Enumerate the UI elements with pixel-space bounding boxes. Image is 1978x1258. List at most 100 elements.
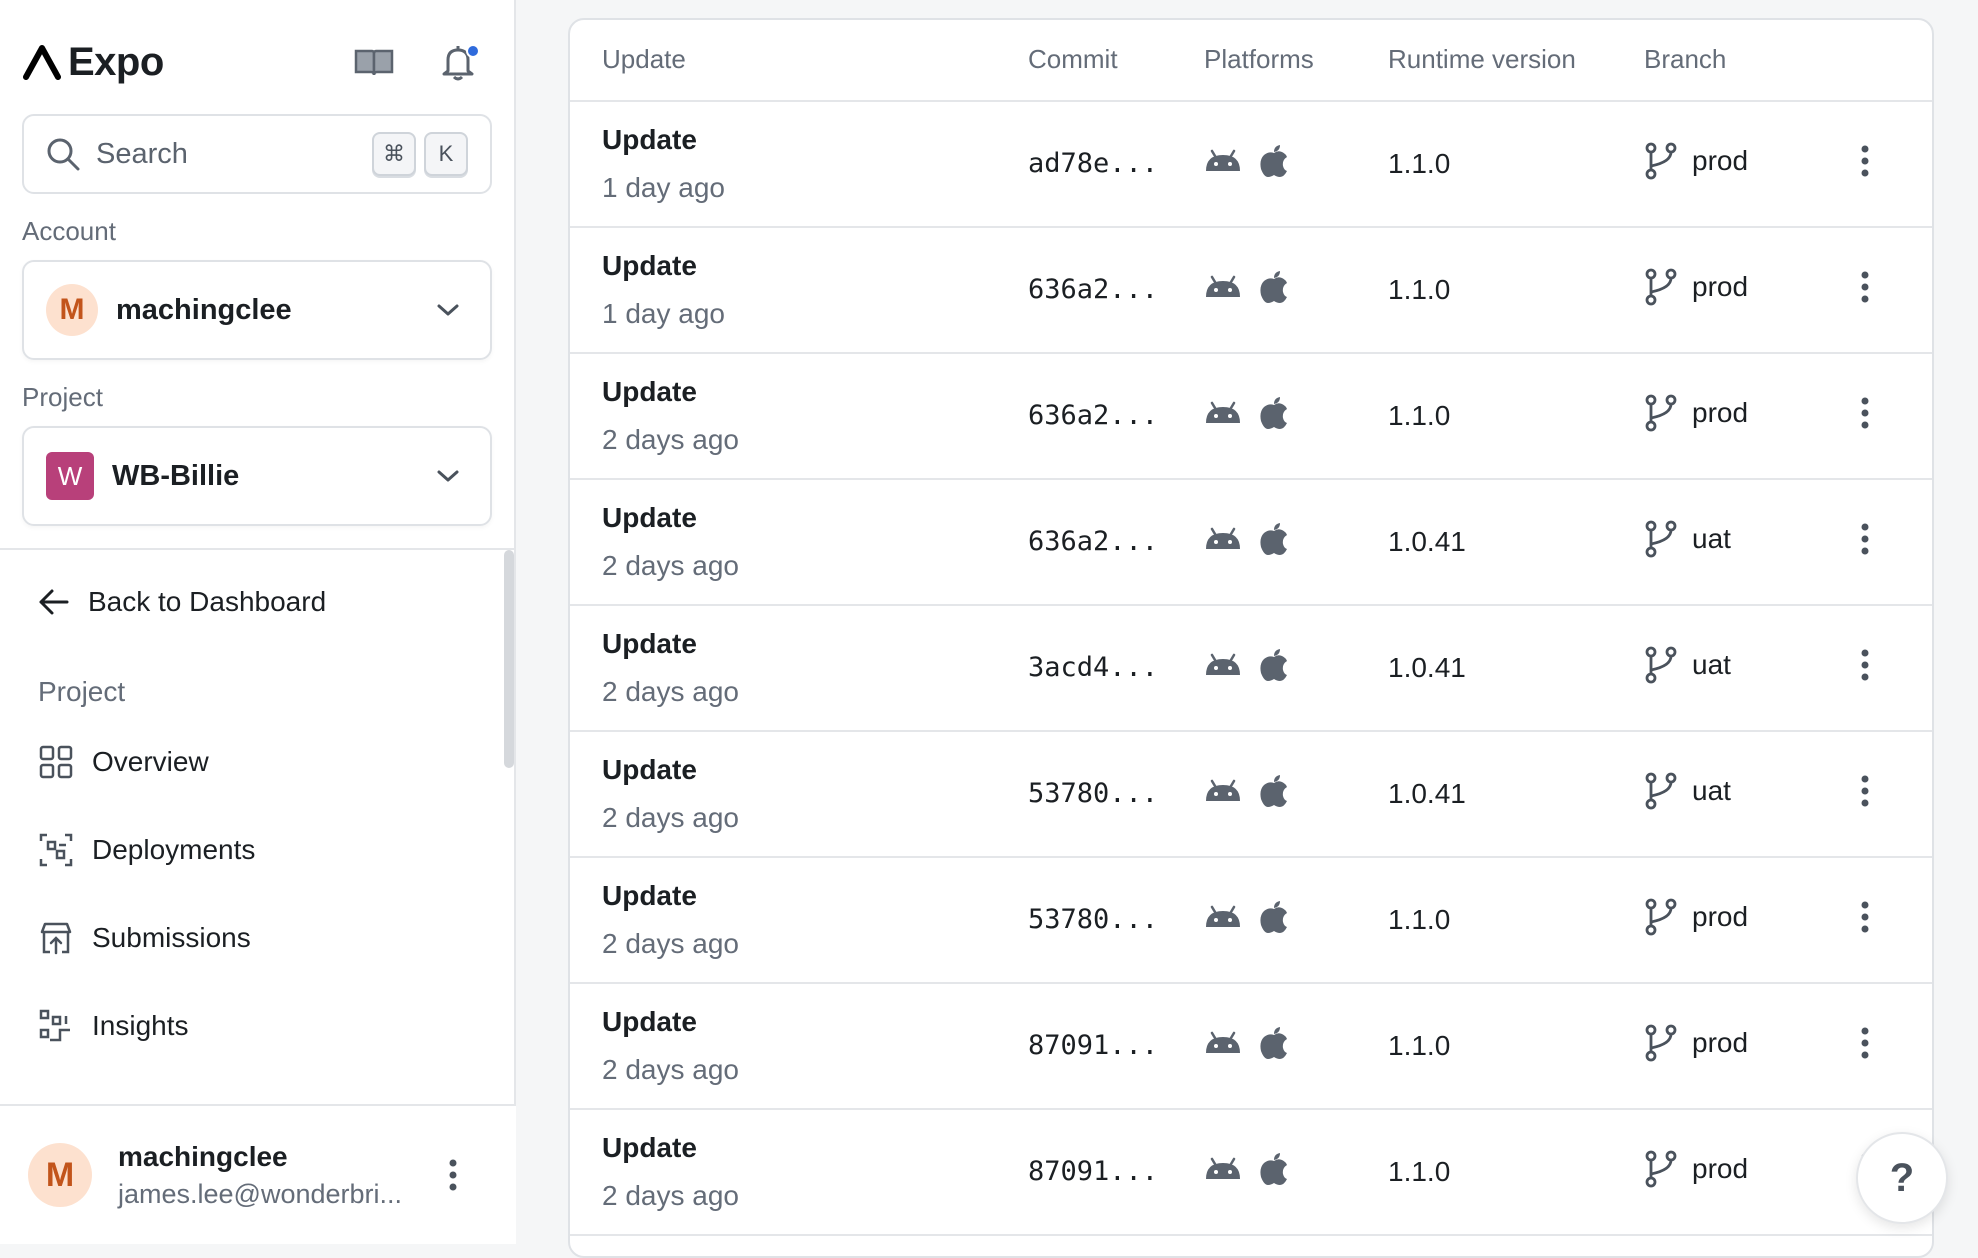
branch[interactable]: prod bbox=[1644, 1150, 1748, 1188]
table-body: Update 1 day ago ad78e... 1.1.0 prod Upd… bbox=[570, 102, 1932, 1236]
branch-icon bbox=[1645, 772, 1677, 810]
chevron-down-icon bbox=[437, 470, 459, 482]
update-title[interactable]: Update bbox=[602, 1132, 697, 1164]
branch-icon bbox=[1645, 394, 1677, 432]
apple-icon bbox=[1260, 1027, 1287, 1059]
commit-hash[interactable]: 636a2... bbox=[1028, 526, 1158, 557]
apple-icon bbox=[1260, 901, 1287, 933]
project-select[interactable]: W WB-Billie bbox=[22, 426, 492, 526]
commit-hash[interactable]: 87091... bbox=[1028, 1156, 1158, 1187]
branch-name: prod bbox=[1692, 397, 1749, 428]
back-label: Back to Dashboard bbox=[88, 586, 327, 617]
col-header-branch: Branch bbox=[1644, 44, 1727, 74]
branch[interactable]: uat bbox=[1644, 772, 1731, 810]
update-time: 2 days ago bbox=[602, 1054, 739, 1085]
update-title[interactable]: Update bbox=[602, 376, 697, 408]
chevron-down-icon bbox=[437, 304, 459, 316]
more-vertical-icon[interactable] bbox=[1860, 396, 1870, 430]
platforms bbox=[1204, 522, 1288, 556]
table-row[interactable]: Update 1 day ago ad78e... 1.1.0 prod bbox=[570, 102, 1932, 228]
sidebar: Expo Search ⌘ K Account M machingclee Pr… bbox=[0, 0, 516, 1244]
platforms bbox=[1204, 900, 1288, 934]
account-avatar: M bbox=[46, 284, 98, 336]
store-upload-icon bbox=[40, 922, 72, 955]
branch-name: prod bbox=[1692, 1027, 1749, 1058]
more-vertical-icon[interactable] bbox=[1860, 648, 1870, 682]
update-title[interactable]: Update bbox=[602, 880, 697, 912]
more-vertical-icon[interactable] bbox=[1860, 270, 1870, 304]
commit-hash[interactable]: 3acd4... bbox=[1028, 652, 1158, 683]
table-row[interactable]: Update 1 day ago 636a2... 1.1.0 prod bbox=[570, 228, 1932, 354]
table-row[interactable]: Update 2 days ago 636a2... 1.1.0 prod bbox=[570, 354, 1932, 480]
sidebar-item-deployments[interactable]: Deployments bbox=[38, 832, 255, 868]
back-to-dashboard-link[interactable]: Back to Dashboard bbox=[38, 586, 326, 618]
update-title[interactable]: Update bbox=[602, 628, 697, 660]
branch-name: prod bbox=[1692, 1153, 1749, 1184]
help-button[interactable]: ? bbox=[1856, 1132, 1948, 1224]
apple-icon bbox=[1260, 649, 1287, 681]
runtime-version: 1.1.0 bbox=[1388, 1030, 1451, 1061]
table-row[interactable]: Update 2 days ago 87091... 1.1.0 prod bbox=[570, 1110, 1932, 1236]
apple-icon bbox=[1260, 145, 1287, 177]
platforms bbox=[1204, 396, 1288, 430]
more-vertical-icon[interactable] bbox=[1860, 1026, 1870, 1060]
branch[interactable]: prod bbox=[1644, 1024, 1748, 1062]
apple-icon bbox=[1260, 775, 1287, 807]
more-vertical-icon[interactable] bbox=[1860, 900, 1870, 934]
android-icon bbox=[1206, 401, 1240, 423]
sidebar-item-insights[interactable]: Insights bbox=[38, 1008, 189, 1044]
update-time: 2 days ago bbox=[602, 928, 739, 959]
commit-hash[interactable]: 53780... bbox=[1028, 904, 1158, 935]
search-icon bbox=[47, 138, 80, 171]
table-row[interactable]: Update 2 days ago 3acd4... 1.0.41 uat bbox=[570, 606, 1932, 732]
table-row[interactable]: Update 2 days ago 87091... 1.1.0 prod bbox=[570, 984, 1932, 1110]
project-avatar: W bbox=[46, 452, 94, 500]
docs-button[interactable] bbox=[354, 42, 394, 82]
more-vertical-icon[interactable] bbox=[448, 1158, 458, 1192]
branch[interactable]: prod bbox=[1644, 268, 1748, 306]
avatar[interactable]: M bbox=[28, 1143, 92, 1207]
more-vertical-icon[interactable] bbox=[1860, 522, 1870, 556]
notification-dot bbox=[466, 44, 480, 58]
update-title[interactable]: Update bbox=[602, 1006, 697, 1038]
sidebar-divider bbox=[0, 548, 516, 550]
sidebar-scrollbar[interactable] bbox=[504, 550, 514, 768]
branch[interactable]: prod bbox=[1644, 394, 1748, 432]
expo-logo[interactable]: Expo bbox=[22, 40, 164, 85]
table-header: Update Commit Platforms Runtime version … bbox=[570, 20, 1932, 102]
table-row[interactable]: Update 2 days ago 53780... 1.0.41 uat bbox=[570, 732, 1932, 858]
commit-hash[interactable]: 87091... bbox=[1028, 1030, 1158, 1061]
branch[interactable]: prod bbox=[1644, 898, 1748, 936]
more-vertical-icon[interactable] bbox=[1860, 774, 1870, 808]
account-select[interactable]: M machingclee bbox=[22, 260, 492, 360]
notifications-button[interactable] bbox=[438, 42, 480, 82]
update-title[interactable]: Update bbox=[602, 754, 697, 786]
commit-hash[interactable]: 53780... bbox=[1028, 778, 1158, 809]
search-bar[interactable]: Search ⌘ K bbox=[22, 114, 492, 194]
apple-icon bbox=[1260, 397, 1287, 429]
runtime-version: 1.1.0 bbox=[1388, 1156, 1451, 1187]
sidebar-item-overview[interactable]: Overview bbox=[38, 744, 209, 780]
table-row[interactable]: Update 2 days ago 53780... 1.1.0 prod bbox=[570, 858, 1932, 984]
branch[interactable]: prod bbox=[1644, 142, 1748, 180]
commit-hash[interactable]: 636a2... bbox=[1028, 400, 1158, 431]
commit-hash[interactable]: 636a2... bbox=[1028, 274, 1158, 305]
platforms bbox=[1204, 1026, 1288, 1060]
project-name: WB-Billie bbox=[112, 459, 240, 492]
commit-hash[interactable]: ad78e... bbox=[1028, 148, 1158, 179]
project-label: Project bbox=[22, 382, 103, 412]
more-vertical-icon[interactable] bbox=[1860, 144, 1870, 178]
kbd-command: ⌘ bbox=[372, 132, 416, 176]
update-title[interactable]: Update bbox=[602, 502, 697, 534]
update-time: 2 days ago bbox=[602, 802, 739, 833]
branch-name: uat bbox=[1692, 775, 1731, 806]
update-title[interactable]: Update bbox=[602, 250, 697, 282]
branch-icon bbox=[1645, 1150, 1677, 1188]
sidebar-item-submissions[interactable]: Submissions bbox=[38, 920, 251, 956]
table-row[interactable]: Update 2 days ago 636a2... 1.0.41 uat bbox=[570, 480, 1932, 606]
branch[interactable]: uat bbox=[1644, 520, 1731, 558]
branch[interactable]: uat bbox=[1644, 646, 1731, 684]
account-name: machingclee bbox=[116, 293, 292, 326]
col-header-platforms: Platforms bbox=[1204, 44, 1314, 74]
update-title[interactable]: Update bbox=[602, 124, 697, 156]
